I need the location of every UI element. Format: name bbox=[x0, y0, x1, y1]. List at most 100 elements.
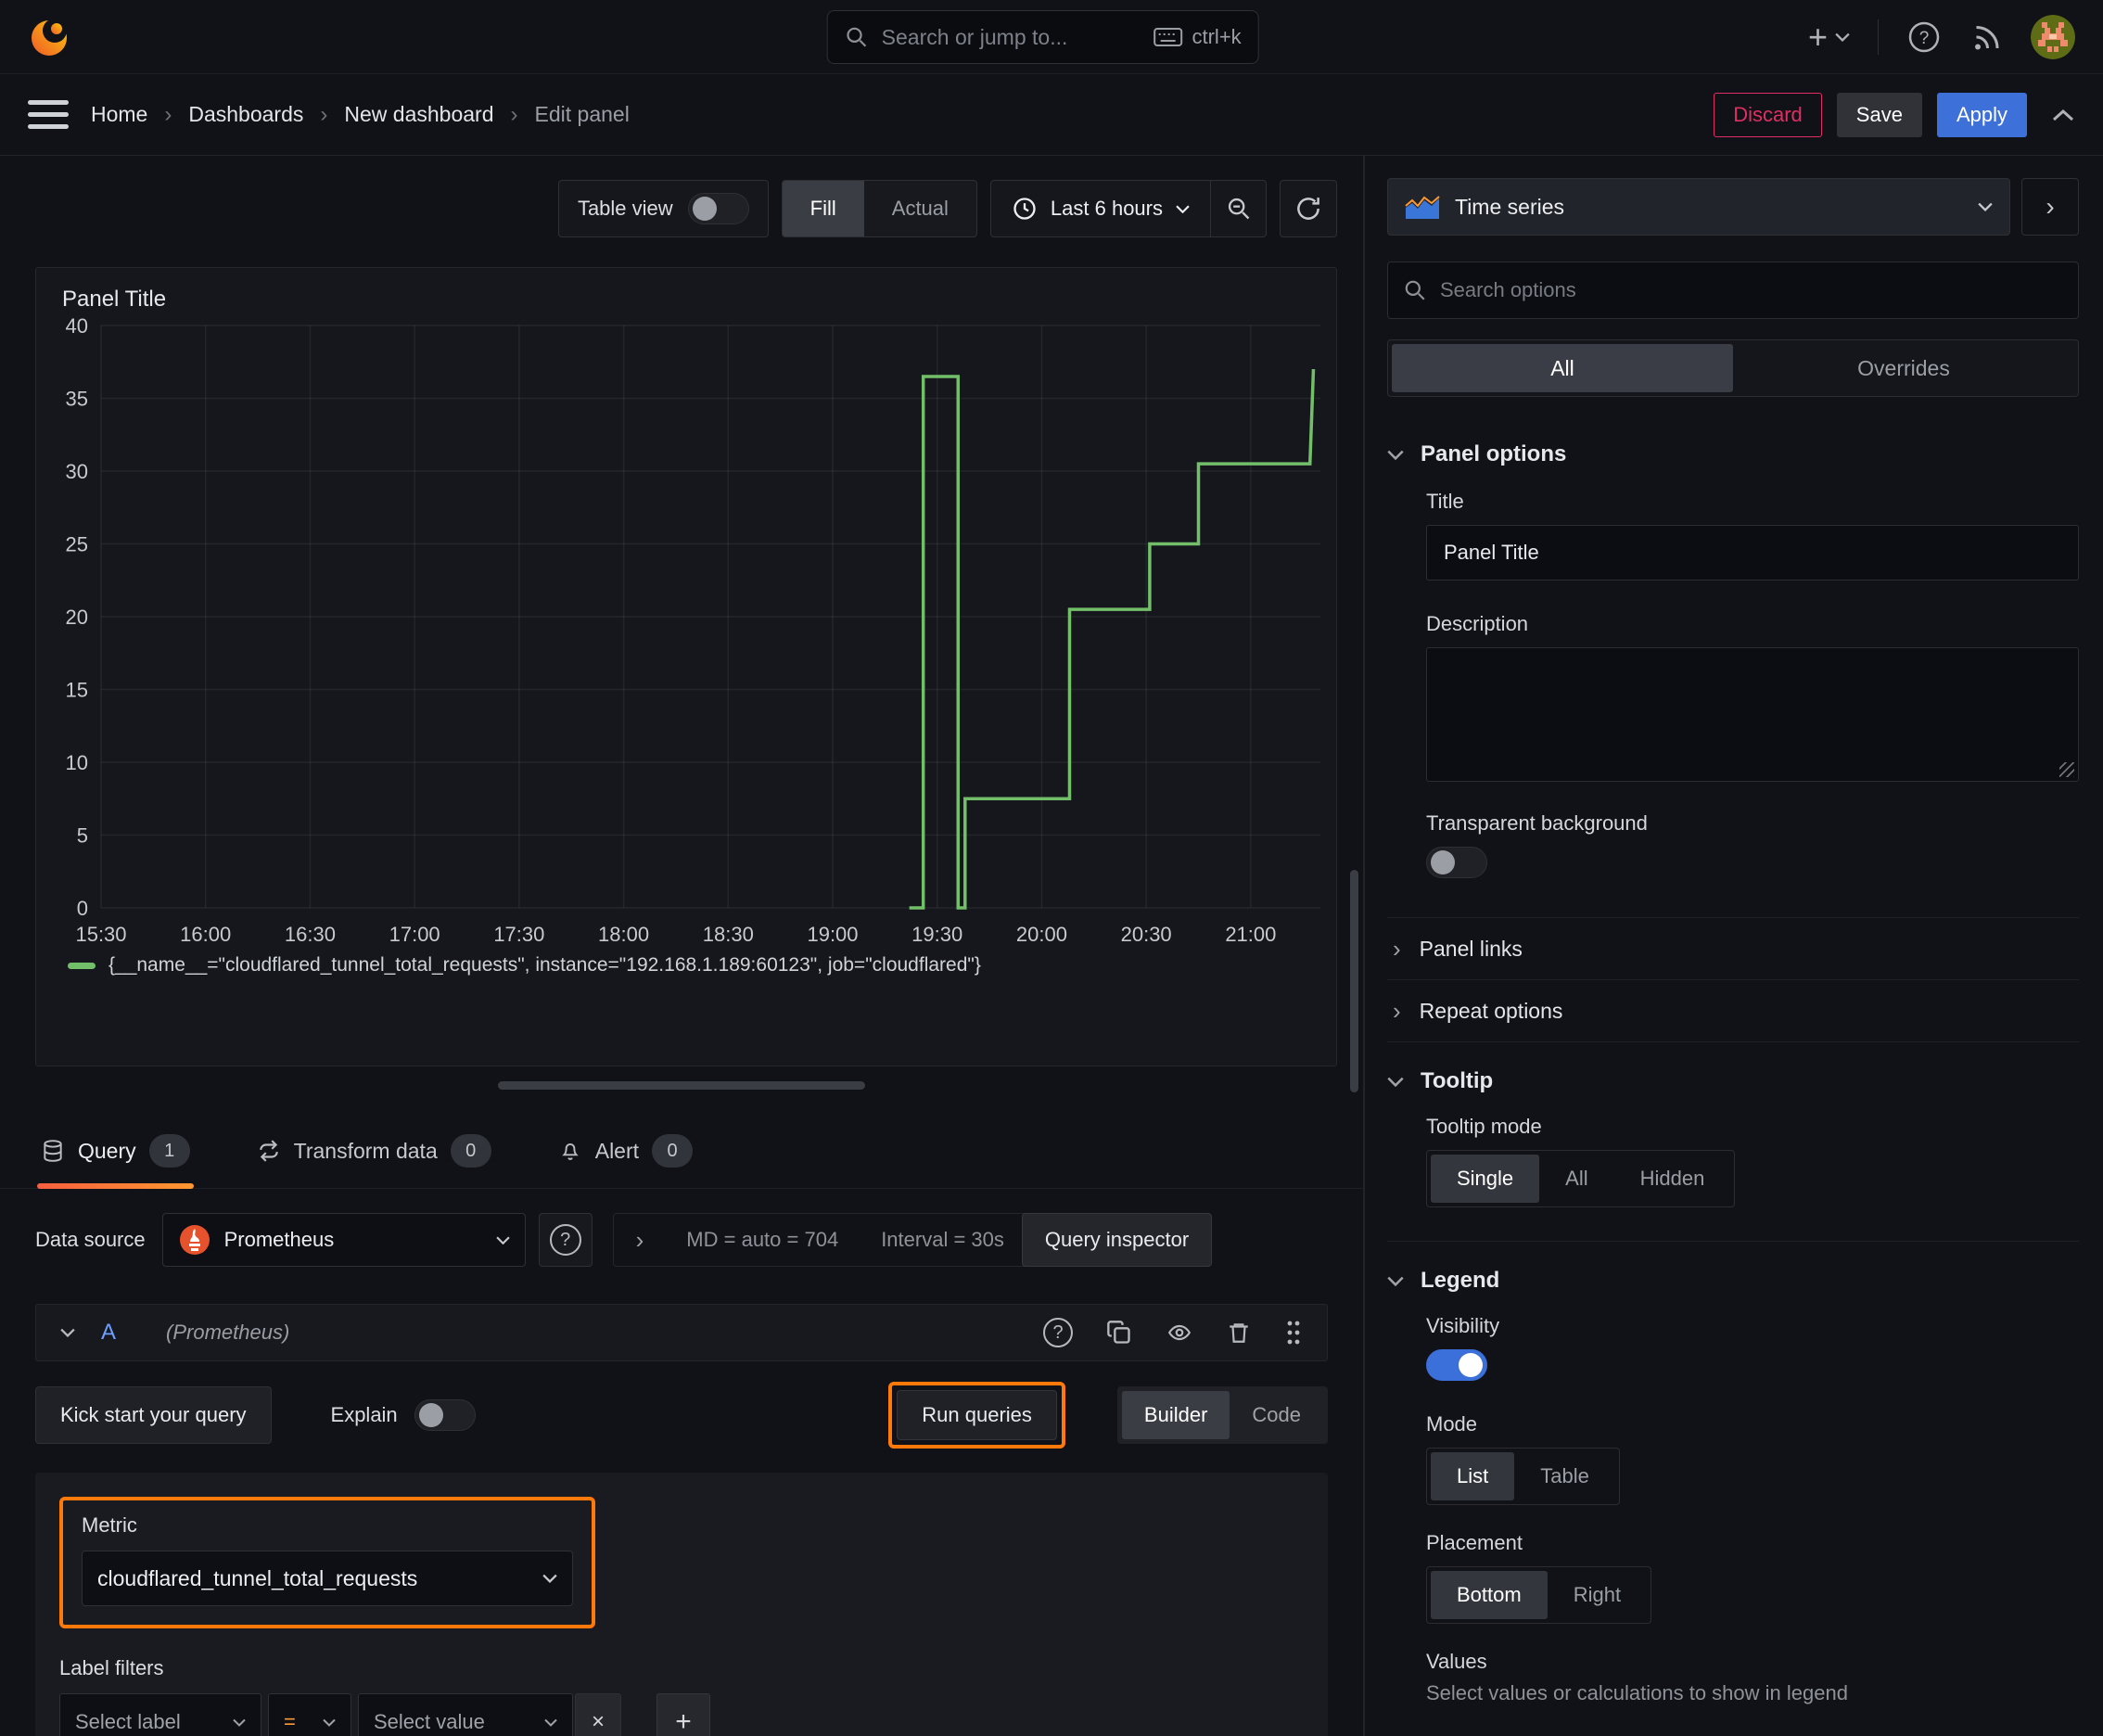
chevron-up-icon[interactable] bbox=[2051, 108, 2075, 122]
query-editor-a: A (Prometheus) ? Kick start your query E… bbox=[35, 1304, 1328, 1736]
legend-label[interactable]: {__name__="cloudflared_tunnel_total_requ… bbox=[108, 954, 981, 976]
panel-title[interactable]: Panel Title bbox=[62, 287, 1336, 313]
collapse-sidebar-button[interactable]: › bbox=[2021, 178, 2079, 236]
query-inspector-button[interactable]: Query inspector bbox=[1021, 1213, 1213, 1267]
new-menu-button[interactable]: + bbox=[1808, 19, 1850, 54]
table-view-control: Table view bbox=[557, 180, 769, 237]
kickstart-query-button[interactable]: Kick start your query bbox=[35, 1386, 272, 1444]
remove-filter-button[interactable]: × bbox=[575, 1693, 621, 1736]
builder-button[interactable]: Builder bbox=[1121, 1391, 1230, 1439]
query-help-icon[interactable]: ? bbox=[1043, 1318, 1073, 1347]
panel-title-input[interactable] bbox=[1444, 541, 2061, 565]
zoom-out-icon[interactable] bbox=[1210, 181, 1266, 236]
tooltip-mode-all[interactable]: All bbox=[1539, 1155, 1613, 1203]
time-range-button[interactable]: Last 6 hours bbox=[991, 181, 1210, 236]
placement-right[interactable]: Right bbox=[1548, 1571, 1647, 1619]
legend-mode-table[interactable]: Table bbox=[1514, 1452, 1615, 1500]
datasource-select[interactable]: Prometheus bbox=[161, 1213, 526, 1267]
panel-toolbar: Table view Fill Actual Last 6 hours bbox=[0, 180, 1337, 237]
run-queries-button[interactable]: Run queries bbox=[897, 1390, 1057, 1440]
search-icon bbox=[1403, 278, 1427, 302]
select-label-dropdown[interactable]: Select label bbox=[59, 1693, 261, 1736]
tooltip-mode-hidden[interactable]: Hidden bbox=[1614, 1155, 1731, 1203]
options-search-input[interactable] bbox=[1440, 278, 2063, 302]
tab-overrides[interactable]: Overrides bbox=[1733, 344, 2074, 392]
explain-toggle[interactable] bbox=[414, 1399, 476, 1431]
help-icon[interactable]: ? bbox=[1906, 19, 1942, 55]
duplicate-icon[interactable] bbox=[1106, 1320, 1132, 1346]
apply-button[interactable]: Apply bbox=[1936, 92, 2027, 137]
breadcrumb-home[interactable]: Home bbox=[91, 102, 147, 127]
svg-text:17:30: 17:30 bbox=[493, 923, 544, 946]
svg-text:25: 25 bbox=[66, 533, 88, 556]
news-rss-icon[interactable] bbox=[1969, 20, 2003, 54]
drag-handle-icon[interactable] bbox=[1284, 1319, 1303, 1347]
panel-options-section-header[interactable]: Panel options bbox=[1387, 428, 2079, 480]
save-button[interactable]: Save bbox=[1836, 92, 1922, 137]
placement-bottom[interactable]: Bottom bbox=[1431, 1571, 1548, 1619]
chevron-down-icon bbox=[1387, 1077, 1404, 1087]
tab-transform-data[interactable]: Transform data 0 bbox=[253, 1117, 495, 1188]
legend-mode-list[interactable]: List bbox=[1431, 1452, 1515, 1500]
tooltip-mode-single[interactable]: Single bbox=[1431, 1155, 1540, 1203]
fill-button[interactable]: Fill bbox=[782, 181, 864, 236]
global-search-input[interactable]: Search or jump to... ctrl+k bbox=[826, 10, 1259, 64]
svg-text:19:00: 19:00 bbox=[807, 923, 858, 946]
trash-icon[interactable] bbox=[1227, 1320, 1251, 1346]
legend-swatch bbox=[68, 962, 96, 969]
query-interval: Interval = 30s bbox=[881, 1228, 1004, 1251]
tab-query[interactable]: Query 1 bbox=[37, 1117, 194, 1189]
transparent-bg-toggle[interactable] bbox=[1426, 847, 1487, 878]
breadcrumb-dashboards[interactable]: Dashboards bbox=[188, 102, 303, 127]
datasource-help-button[interactable]: ? bbox=[538, 1213, 593, 1267]
refresh-icon[interactable] bbox=[1280, 180, 1337, 237]
svg-text:20:30: 20:30 bbox=[1121, 923, 1172, 946]
panel-resize-handle[interactable] bbox=[498, 1081, 865, 1090]
resize-corner-icon[interactable] bbox=[2059, 762, 2074, 777]
transform-count-badge: 0 bbox=[450, 1134, 491, 1168]
repeat-options-row[interactable]: › Repeat options bbox=[1387, 980, 2079, 1041]
chevron-down-icon bbox=[1978, 202, 1993, 211]
avatar[interactable] bbox=[2031, 14, 2075, 59]
all-overrides-segment: All Overrides bbox=[1387, 339, 2079, 397]
discard-button[interactable]: Discard bbox=[1714, 92, 1822, 137]
datasource-row: Data source Prometheus ? › MD = auto = 7… bbox=[35, 1213, 1328, 1267]
query-a-header[interactable]: A (Prometheus) ? bbox=[35, 1304, 1328, 1361]
eye-icon[interactable] bbox=[1166, 1321, 1193, 1345]
chevron-down-icon bbox=[1176, 205, 1190, 213]
left-pane-scrollbar[interactable] bbox=[1350, 870, 1358, 1092]
code-button[interactable]: Code bbox=[1230, 1391, 1323, 1439]
panel-links-row[interactable]: › Panel links bbox=[1387, 918, 2079, 979]
tab-alert[interactable]: Alert 0 bbox=[554, 1117, 696, 1188]
breadcrumb-new-dashboard[interactable]: New dashboard bbox=[344, 102, 493, 127]
operator-dropdown[interactable]: = bbox=[268, 1693, 351, 1736]
query-ref-datasource: (Prometheus) bbox=[166, 1321, 290, 1344]
metric-select[interactable]: cloudflared_tunnel_total_requests bbox=[82, 1551, 573, 1606]
grafana-logo[interactable] bbox=[28, 16, 70, 58]
select-value-dropdown[interactable]: Select value bbox=[358, 1693, 573, 1736]
svg-text:19:30: 19:30 bbox=[911, 923, 962, 946]
tooltip-mode-segment: Single All Hidden bbox=[1426, 1150, 1736, 1207]
label-filters-label: Label filters bbox=[59, 1656, 164, 1679]
chevron-down-icon[interactable] bbox=[60, 1328, 75, 1337]
select-value-placeholder: Select value bbox=[374, 1710, 485, 1733]
panel-links-label: Panel links bbox=[1419, 936, 1523, 961]
tooltip-section-header[interactable]: Tooltip bbox=[1387, 1055, 2079, 1107]
svg-text:0: 0 bbox=[77, 897, 88, 920]
query-ref-id[interactable]: A bbox=[101, 1320, 116, 1346]
legend-section-header[interactable]: Legend bbox=[1387, 1255, 2079, 1307]
time-series-chart[interactable]: 0 5 10 15 20 25 30 35 40 15:30 16:00 16:30 17:00 17:3… bbox=[36, 313, 1330, 952]
actual-button[interactable]: Actual bbox=[864, 181, 976, 236]
visualization-select[interactable]: Time series bbox=[1387, 178, 2010, 236]
table-view-toggle[interactable] bbox=[687, 193, 749, 224]
tab-all[interactable]: All bbox=[1392, 344, 1733, 392]
menu-icon[interactable] bbox=[28, 100, 69, 129]
svg-text:18:00: 18:00 bbox=[598, 923, 649, 946]
svg-text:?: ? bbox=[1919, 29, 1930, 48]
description-textarea[interactable] bbox=[1427, 648, 2078, 781]
add-filter-button[interactable]: + bbox=[656, 1693, 710, 1736]
panel-preview: Panel Title 0 5 10 15 20 25 30 35 40 15:30 16:00 16… bbox=[35, 267, 1337, 1066]
query-options-collapsed[interactable]: › MD = auto = 704 Interval = 30s bbox=[612, 1213, 1079, 1267]
description-textarea-wrap bbox=[1426, 647, 2079, 782]
legend-visibility-toggle[interactable] bbox=[1426, 1349, 1487, 1381]
